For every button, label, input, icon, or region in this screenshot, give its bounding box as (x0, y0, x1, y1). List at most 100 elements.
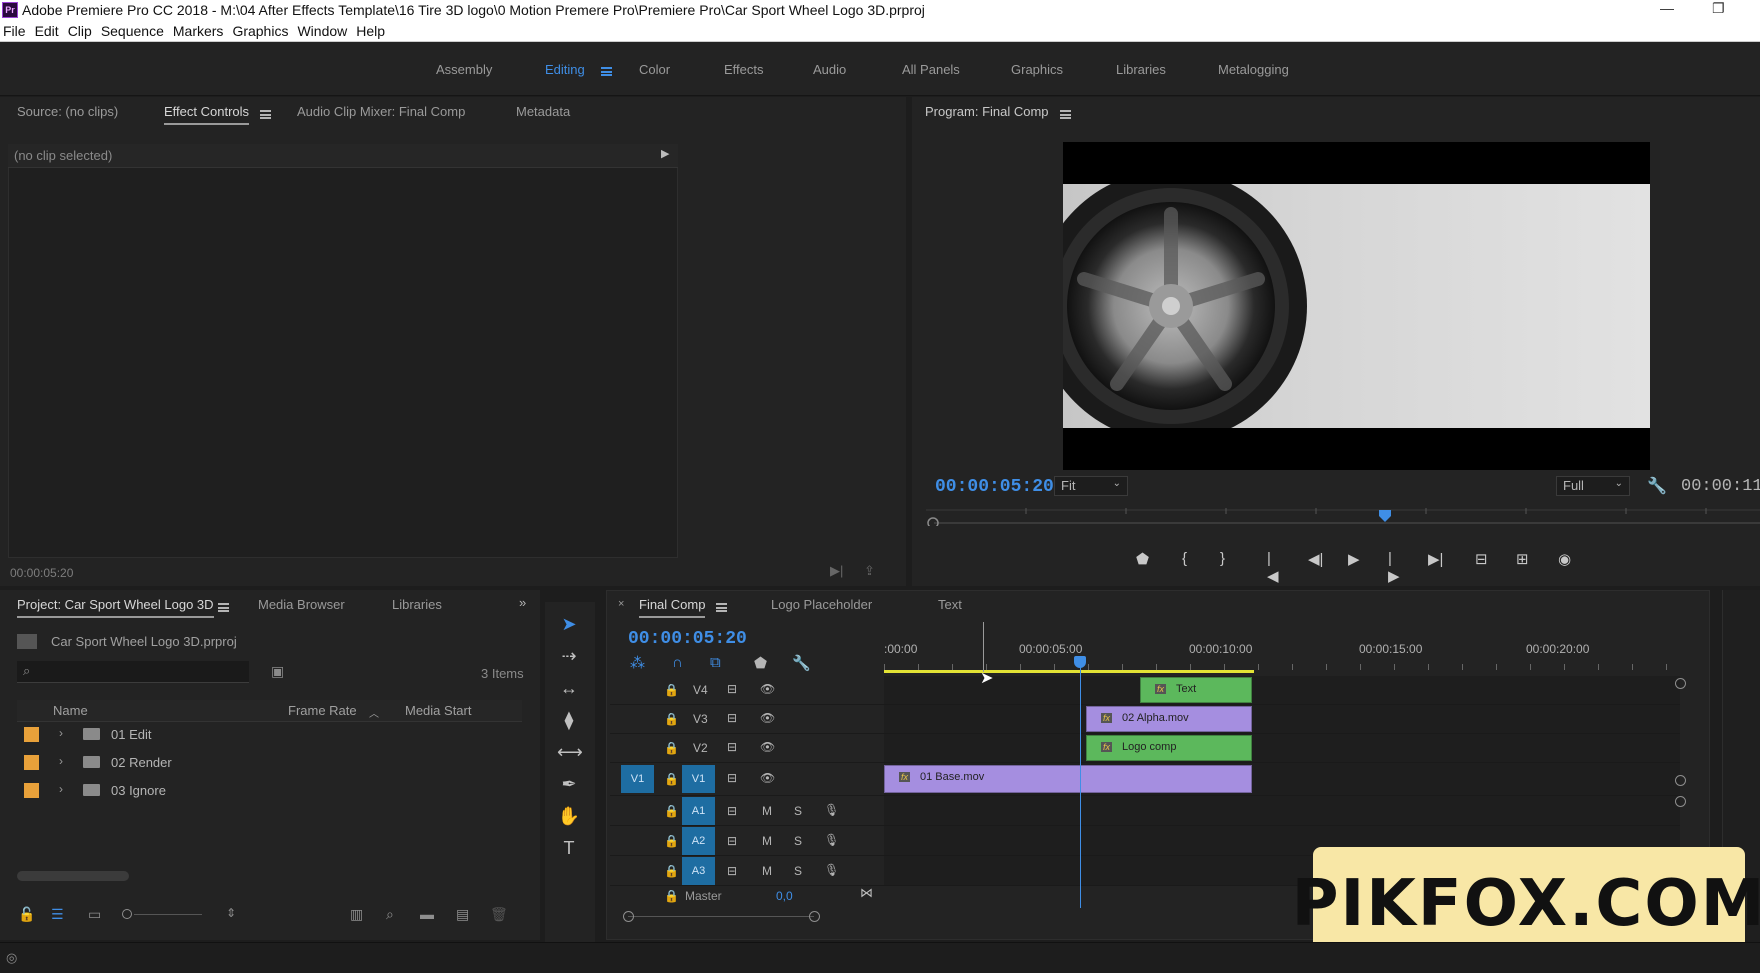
export-frame-icon[interactable]: ▶| (830, 563, 843, 579)
minimize-button[interactable]: — (1660, 0, 1674, 16)
lock-icon[interactable]: 🔒 (664, 712, 679, 726)
menu-window[interactable]: Window (297, 23, 347, 39)
workspace-audio[interactable]: Audio (813, 62, 846, 77)
mark-in-icon[interactable]: { (1182, 550, 1187, 567)
lock-icon[interactable]: 🔒 (664, 683, 679, 697)
fit-dropdown[interactable]: Fit ⌄ (1054, 476, 1128, 496)
track-label[interactable]: V1 (682, 765, 715, 793)
microphone-icon[interactable]: 🎙 (824, 803, 839, 817)
sort-icon[interactable]: ⇕ (226, 906, 236, 920)
step-back-icon[interactable]: ◀| (1308, 550, 1323, 568)
type-tool-icon[interactable]: T (557, 838, 581, 862)
more-panels-icon[interactable]: » (519, 595, 526, 610)
zoom-slider-track[interactable] (134, 914, 202, 915)
sync-lock-icon[interactable]: ⊟ (727, 834, 737, 848)
track-select-tool-icon[interactable]: ⇢ (557, 646, 581, 670)
program-timecode[interactable]: 00:00:05:20 (935, 477, 1054, 497)
track-lane[interactable] (884, 676, 1680, 704)
export-frame-camera-icon[interactable]: ◉ (1558, 550, 1571, 568)
chevron-right-icon[interactable]: › (59, 782, 63, 796)
tab-libraries[interactable]: Libraries (392, 597, 442, 612)
add-marker-icon[interactable]: ⬟ (1136, 550, 1149, 568)
quality-dropdown[interactable]: Full ⌄ (1556, 476, 1630, 496)
timeline-zoom-track[interactable] (628, 916, 814, 917)
list-item[interactable]: › 02 Render (17, 750, 522, 776)
timeline-settings-wrench-icon[interactable]: 🔧 (792, 654, 811, 672)
tab-effect-controls[interactable]: Effect Controls (164, 104, 250, 125)
slip-tool-icon[interactable]: ⟷ (557, 742, 583, 766)
timeline-playhead[interactable] (1080, 656, 1081, 908)
solo-button[interactable]: S (794, 804, 802, 818)
trash-icon[interactable]: 🗑 (490, 906, 508, 923)
playhead-handle[interactable] (1074, 656, 1086, 668)
lock-icon[interactable]: 🔒 (664, 772, 679, 786)
pen-tool-icon[interactable]: ✒ (557, 774, 581, 798)
mute-button[interactable]: M (762, 834, 772, 848)
label-color-swatch[interactable] (24, 783, 39, 798)
linked-selection-icon[interactable]: ⧉ (710, 654, 721, 671)
menu-file[interactable]: File (3, 23, 26, 39)
program-monitor-title[interactable]: Program: Final Comp (925, 104, 1049, 119)
video-scroll-handle-top[interactable] (1675, 678, 1686, 689)
sort-ascending-icon[interactable]: ︿ (369, 705, 379, 720)
menu-help[interactable]: Help (356, 23, 385, 39)
extract-icon[interactable]: ⊞ (1516, 550, 1529, 568)
eye-icon[interactable]: 👁 (760, 740, 775, 754)
menu-markers[interactable]: Markers (173, 23, 224, 39)
sync-lock-icon[interactable]: ⊟ (727, 711, 737, 725)
chevron-right-icon[interactable]: › (59, 754, 63, 768)
track-lane[interactable] (884, 796, 1680, 825)
clip-02-alpha[interactable]: fx 02 Alpha.mov (1086, 706, 1252, 732)
automate-to-sequence-icon[interactable]: ▥ (350, 906, 363, 923)
mark-out-icon[interactable]: } (1220, 550, 1225, 567)
lock-icon[interactable]: 🔒 (664, 804, 679, 818)
timeline-zoom-handle-right[interactable] (809, 911, 820, 922)
workspace-menu-icon[interactable] (601, 64, 612, 79)
workspace-graphics[interactable]: Graphics (1011, 62, 1063, 77)
track-label[interactable]: A2 (682, 827, 715, 855)
list-item[interactable]: › 01 Edit (17, 722, 522, 748)
workspace-editing[interactable]: Editing (545, 62, 585, 77)
tab-media-browser[interactable]: Media Browser (258, 597, 345, 612)
track-lane[interactable] (884, 705, 1680, 733)
source-patch-v1[interactable]: V1 (621, 765, 654, 793)
microphone-icon[interactable]: 🎙 (824, 863, 839, 877)
workspace-libraries[interactable]: Libraries (1116, 62, 1166, 77)
nest-icon[interactable]: ⁂ (630, 654, 645, 672)
add-marker-icon[interactable]: ⬟ (754, 654, 767, 672)
label-color-swatch[interactable] (24, 755, 39, 770)
list-item[interactable]: › 03 Ignore (17, 778, 522, 804)
sync-lock-icon[interactable]: ⊟ (727, 804, 737, 818)
lock-icon[interactable]: 🔒 (664, 864, 679, 878)
sync-lock-icon[interactable]: ⊟ (727, 740, 737, 754)
menu-clip[interactable]: Clip (68, 23, 92, 39)
icon-view-icon[interactable]: ▭ (88, 906, 101, 923)
track-label[interactable]: V2 (693, 741, 708, 755)
video-scroll-handle-bottom[interactable] (1675, 775, 1686, 786)
column-name[interactable]: Name (53, 703, 88, 718)
play-triangle-icon[interactable]: ▶ (661, 147, 669, 160)
tab-metadata[interactable]: Metadata (516, 104, 570, 119)
program-menu-icon[interactable] (1060, 107, 1071, 122)
eye-icon[interactable]: 👁 (760, 682, 775, 696)
clip-01-base[interactable]: fx 01 Base.mov (884, 765, 1252, 793)
effect-controls-menu-icon[interactable] (260, 107, 271, 122)
step-forward-icon[interactable]: |▶ (1388, 550, 1400, 585)
track-label[interactable]: A3 (682, 857, 715, 885)
play-icon[interactable]: ▶ (1348, 550, 1360, 568)
tab-logo-placeholder[interactable]: Logo Placeholder (771, 597, 872, 612)
work-area-bar[interactable] (884, 670, 1254, 673)
settings-wrench-icon[interactable]: 🔧 (1647, 476, 1667, 496)
mute-button[interactable]: M (762, 864, 772, 878)
zoom-slider-handle[interactable] (122, 909, 132, 919)
razor-tool-icon[interactable]: ⧫ (557, 710, 581, 734)
sync-lock-icon[interactable]: ⊟ (727, 864, 737, 878)
new-bin-icon[interactable]: ▬ (420, 906, 434, 922)
lift-icon[interactable]: ⊟ (1475, 550, 1488, 568)
tab-source[interactable]: Source: (no clips) (17, 104, 118, 119)
eye-icon[interactable]: 👁 (760, 771, 775, 785)
clip-logo-comp[interactable]: fx Logo comp (1086, 735, 1252, 761)
workspace-assembly[interactable]: Assembly (436, 62, 492, 77)
workspace-all-panels[interactable]: All Panels (902, 62, 960, 77)
program-scrubber[interactable] (926, 508, 1760, 526)
